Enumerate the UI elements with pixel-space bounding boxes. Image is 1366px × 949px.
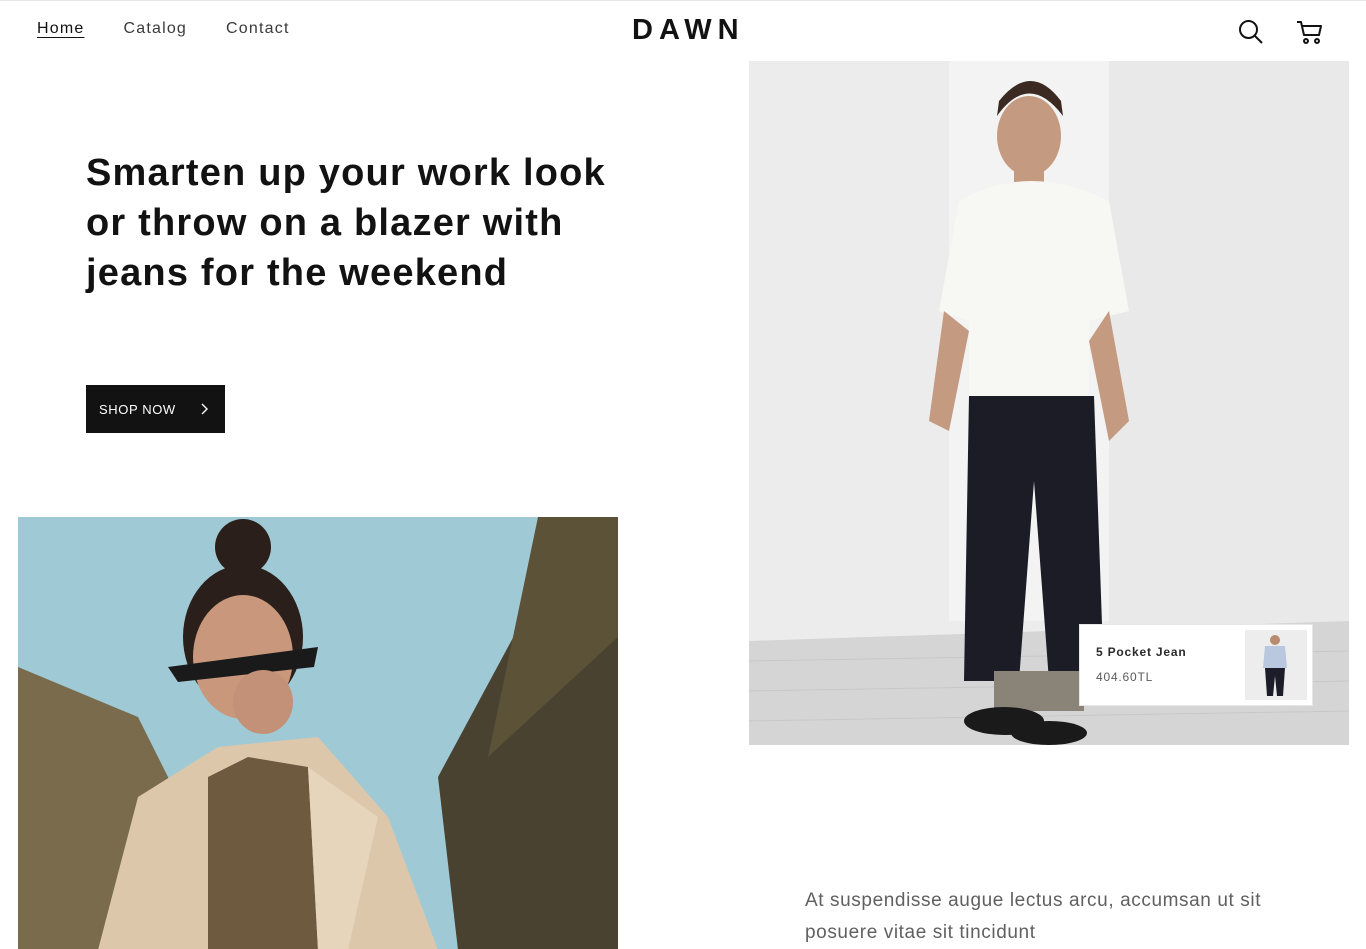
nav-link-catalog[interactable]: Catalog bbox=[123, 20, 187, 38]
product-name: 5 Pocket Jean bbox=[1096, 645, 1187, 659]
nav-link-home[interactable]: Home bbox=[37, 20, 84, 38]
product-thumbnail bbox=[1245, 630, 1307, 700]
site-logo[interactable]: DAWN bbox=[632, 14, 745, 47]
search-icon[interactable] bbox=[1236, 17, 1266, 47]
hero-image-woman bbox=[18, 517, 618, 949]
body-text: At suspendisse augue lectus arcu, accums… bbox=[805, 890, 1262, 943]
product-card[interactable]: 5 Pocket Jean 404.60TL bbox=[1080, 625, 1312, 705]
chevron-right-icon bbox=[201, 403, 208, 415]
main-nav: Home Catalog Contact bbox=[37, 20, 290, 38]
cart-icon[interactable] bbox=[1295, 17, 1325, 47]
nav-link-contact[interactable]: Contact bbox=[226, 20, 290, 38]
shop-now-label: SHOP NOW bbox=[99, 401, 176, 417]
site-header: Home Catalog Contact DAWN bbox=[0, 1, 1366, 61]
page: Home Catalog Contact DAWN Smarten up you… bbox=[0, 0, 1366, 949]
hero-heading: Smarten up your work look or throw on a … bbox=[86, 152, 606, 294]
shop-now-button[interactable]: SHOP NOW bbox=[86, 385, 225, 433]
product-price: 404.60TL bbox=[1096, 670, 1154, 684]
